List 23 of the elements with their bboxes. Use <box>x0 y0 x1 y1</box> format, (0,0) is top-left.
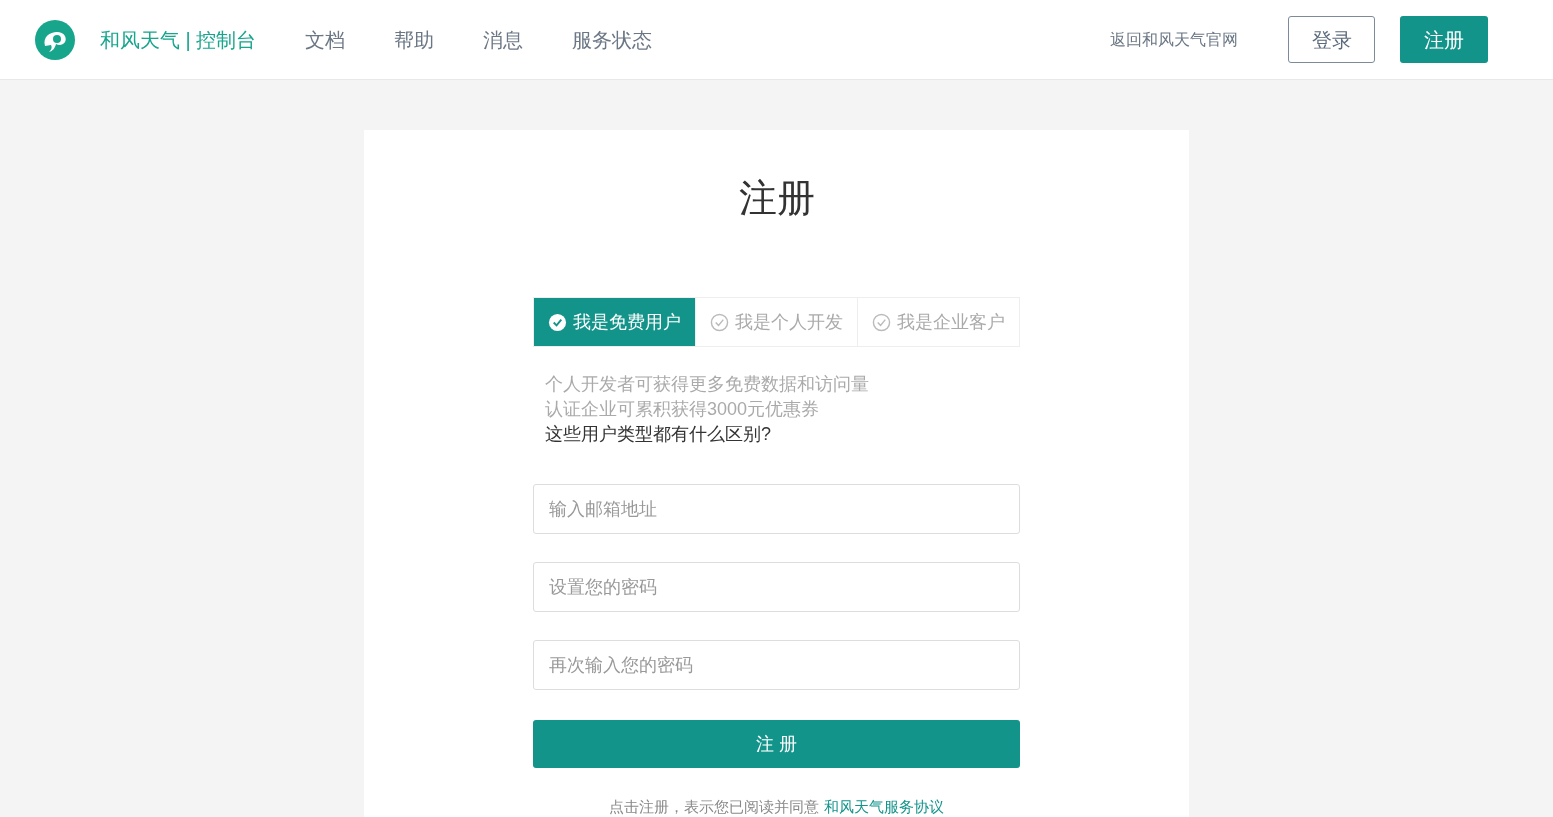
check-circle-icon <box>548 312 567 332</box>
input-field[interactable]: 再次输入您的密码 <box>533 640 1020 690</box>
check-circle-icon <box>710 312 729 332</box>
brand-link[interactable]: 和风天气 | 控制台 <box>100 24 257 55</box>
nav-link[interactable]: 文档 <box>305 24 346 55</box>
login-button[interactable]: 登录 <box>1288 16 1375 63</box>
check-circle-icon <box>872 312 891 332</box>
user-types-link[interactable]: 这些用户类型都有什么区别? <box>545 422 1020 447</box>
page-title: 注册 <box>738 176 815 221</box>
info-text: 个人开发者可获得更多免费数据和访问量 <box>545 373 870 396</box>
nav-link[interactable]: 帮助 <box>394 24 435 55</box>
input-field[interactable]: 设置您的密码 <box>533 562 1020 612</box>
agreement-link[interactable]: 和风天气服务协议 <box>823 798 944 815</box>
submit-button[interactable]: 注 册 <box>533 720 1020 768</box>
back-link[interactable]: 返回和风天气官网 <box>1110 27 1238 52</box>
user-type-tab[interactable]: 我是免费用户 <box>534 298 695 346</box>
input-field[interactable]: 输入邮箱地址 <box>533 484 1020 534</box>
info-text: 认证企业可累积获得3000元优惠券 <box>545 398 821 421</box>
logo-icon[interactable] <box>35 19 75 60</box>
nav-link[interactable]: 服务状态 <box>572 24 653 55</box>
register-button[interactable]: 注册 <box>1400 16 1488 63</box>
agreement-text: 点击注册，表示您已阅读并同意 和风天气服务协议 <box>609 797 944 817</box>
nav-link[interactable]: 消息 <box>483 24 524 55</box>
